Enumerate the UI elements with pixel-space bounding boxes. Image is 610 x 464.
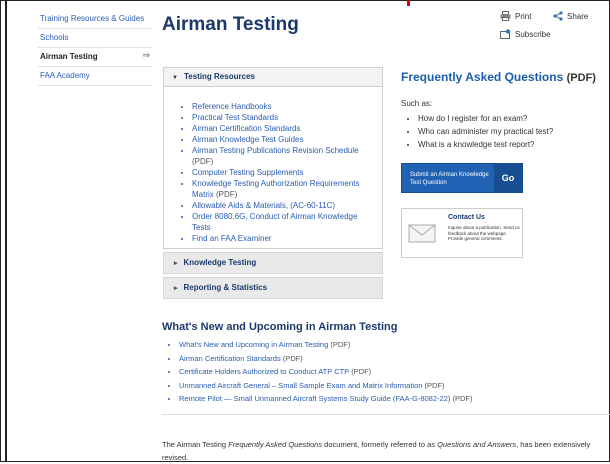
whats-new-link[interactable]: What's New and Upcoming in Airman Testin… — [179, 340, 328, 349]
share-icon — [553, 11, 563, 21]
subscribe-icon — [500, 29, 511, 39]
sidebar-item-label: Schools — [40, 33, 69, 42]
sidebar-item-airman-testing[interactable]: Airman Testing ⇒ — [38, 48, 152, 67]
pdf-note: (PDF) — [216, 190, 238, 199]
subscribe-button[interactable]: Subscribe — [500, 29, 551, 39]
envelope-icon — [408, 224, 436, 243]
divider — [162, 414, 610, 415]
list-item[interactable]: Practical Test Standards — [192, 112, 376, 123]
resource-link[interactable]: Airman Knowledge Test Guides — [192, 135, 303, 144]
subscribe-label: Subscribe — [515, 29, 551, 39]
faq-heading[interactable]: Frequently Asked Questions (PDF) — [401, 70, 596, 84]
list-item[interactable]: Allowable Aids & Materials, (AC-60-11C) — [192, 200, 376, 211]
list-item[interactable]: Computer Testing Supplements — [192, 167, 376, 178]
revision-paragraph: The Airman Testing Frequently Asked Ques… — [162, 438, 610, 464]
resource-link[interactable]: Computer Testing Supplements — [192, 168, 303, 177]
list-item[interactable]: Airman Testing Publications Revision Sch… — [192, 145, 376, 167]
faq-intro: Such as: — [401, 99, 433, 108]
whats-new-list: What's New and Upcoming in Airman Testin… — [162, 338, 472, 406]
list-item: What is a knowledge test report? — [418, 138, 553, 151]
list-item[interactable]: Knowledge Testing Authorization Requirem… — [192, 178, 376, 200]
list-item[interactable]: Airman Certification Standards — [192, 123, 376, 134]
whats-new-link[interactable]: Certificate Holders Authorized to Conduc… — [179, 367, 349, 376]
caret-down-icon: ▼ — [172, 75, 178, 81]
sidebar-item-label: FAA Academy — [40, 71, 90, 80]
contact-us-card[interactable]: Contact Us Inquire about a publication. … — [401, 208, 523, 258]
sidebar-item-label: Training Resources & Guides — [40, 14, 145, 23]
caret-right-icon: ▸ — [174, 285, 178, 292]
section-title: Reporting & Statistics — [183, 283, 268, 292]
submit-question-label: Submit an Airman Knowledge Test Question — [410, 172, 489, 186]
list-item[interactable]: Unmanned Aircraft General – Small Sample… — [179, 379, 472, 393]
contact-title: Contact Us — [448, 214, 485, 221]
sidebar-nav: Training Resources & Guides Schools Airm… — [38, 10, 152, 86]
whats-new-link[interactable]: Unmanned Aircraft General – Small Sample… — [179, 381, 422, 390]
print-label: Print — [515, 11, 532, 21]
knowledge-testing-section[interactable]: ▸ Knowledge Testing — [163, 252, 383, 274]
pdf-note: (PDF) — [330, 340, 351, 349]
section-title: Knowledge Testing — [183, 258, 257, 267]
contact-description: Inquire about a publication. Send us fee… — [448, 225, 520, 241]
list-item[interactable]: Airman Certification Standards (PDF) — [179, 352, 472, 366]
list-item[interactable]: What's New and Upcoming in Airman Testin… — [179, 338, 472, 352]
whats-new-link[interactable]: Remote Pilot — Small Unmanned Aircraft S… — [179, 394, 450, 403]
pdf-note: (PDF) — [424, 380, 445, 390]
page-title: Airman Testing — [162, 14, 299, 35]
testing-resources-header[interactable]: ▼ Testing Resources — [164, 68, 382, 87]
whats-new-link[interactable]: Airman Certification Standards — [179, 354, 281, 363]
submit-question-button[interactable]: Submit an Airman Knowledge Test Question… — [401, 163, 523, 193]
sidebar-item-training-resources[interactable]: Training Resources & Guides — [38, 10, 152, 29]
list-item: Who can administer my practical test? — [418, 125, 553, 138]
list-item[interactable]: Remote Pilot — Small Unmanned Aircraft S… — [179, 392, 472, 406]
left-border — [0, 0, 7, 462]
resource-link[interactable]: Airman Certification Standards — [192, 124, 301, 133]
resource-link[interactable]: Reference Handbooks — [192, 102, 272, 111]
sidebar-item-label: Airman Testing — [40, 52, 98, 61]
resource-links: Reference Handbooks Practical Test Stand… — [178, 101, 376, 244]
sidebar-item-faa-academy[interactable]: FAA Academy — [38, 67, 152, 86]
paragraph-emphasis: Frequently Asked Questions — [228, 439, 323, 449]
list-item: How do I register for an exam? — [418, 112, 553, 125]
list-item[interactable]: Airman Knowledge Test Guides — [192, 134, 376, 145]
arrow-right-icon: ⇒ — [142, 50, 150, 60]
pdf-note: (PDF) — [282, 353, 303, 363]
paragraph-text: document, formerly referred to as — [322, 439, 438, 449]
printer-icon — [500, 11, 511, 21]
pdf-note: (PDF) — [351, 367, 372, 377]
whats-new-heading: What's New and Upcoming in Airman Testin… — [162, 321, 398, 333]
resource-link[interactable]: Practical Test Standards — [192, 113, 278, 122]
list-item[interactable]: Certificate Holders Authorized to Conduc… — [179, 365, 472, 379]
share-button[interactable]: Share — [553, 11, 588, 21]
sidebar-item-schools[interactable]: Schools — [38, 29, 152, 48]
paragraph-emphasis: Questions and Answers — [437, 439, 517, 449]
resource-link[interactable]: Allowable Aids & Materials, (AC-60-11C) — [192, 201, 335, 210]
faq-questions: How do I register for an exam? Who can a… — [401, 112, 553, 151]
resource-link[interactable]: Order 8080.6G, Conduct of Airman Knowled… — [192, 212, 357, 232]
panel-title: Testing Resources — [183, 72, 255, 81]
print-button[interactable]: Print — [500, 11, 531, 21]
testing-resources-panel: ▼ Testing Resources Reference Handbooks P… — [163, 67, 383, 249]
paragraph-text: The Airman Testing — [162, 439, 229, 449]
pdf-note: (PDF) — [192, 157, 214, 166]
go-label: Go — [494, 164, 522, 192]
list-item[interactable]: Order 8080.6G, Conduct of Airman Knowled… — [192, 211, 376, 233]
reporting-statistics-section[interactable]: ▸ Reporting & Statistics — [163, 277, 383, 299]
pdf-note: (PDF) — [452, 394, 473, 404]
pdf-note: (PDF) — [566, 72, 596, 84]
cursor-mark — [407, 0, 410, 6]
faq-title[interactable]: Frequently Asked Questions — [401, 70, 563, 84]
list-item[interactable]: Find an FAA Examiner — [192, 233, 376, 244]
resource-link[interactable]: Airman Testing Publications Revision Sch… — [192, 146, 359, 155]
share-label: Share — [567, 11, 589, 21]
caret-right-icon: ▸ — [174, 260, 178, 267]
list-item[interactable]: Reference Handbooks — [192, 101, 376, 112]
resource-link[interactable]: Find an FAA Examiner — [192, 234, 272, 243]
